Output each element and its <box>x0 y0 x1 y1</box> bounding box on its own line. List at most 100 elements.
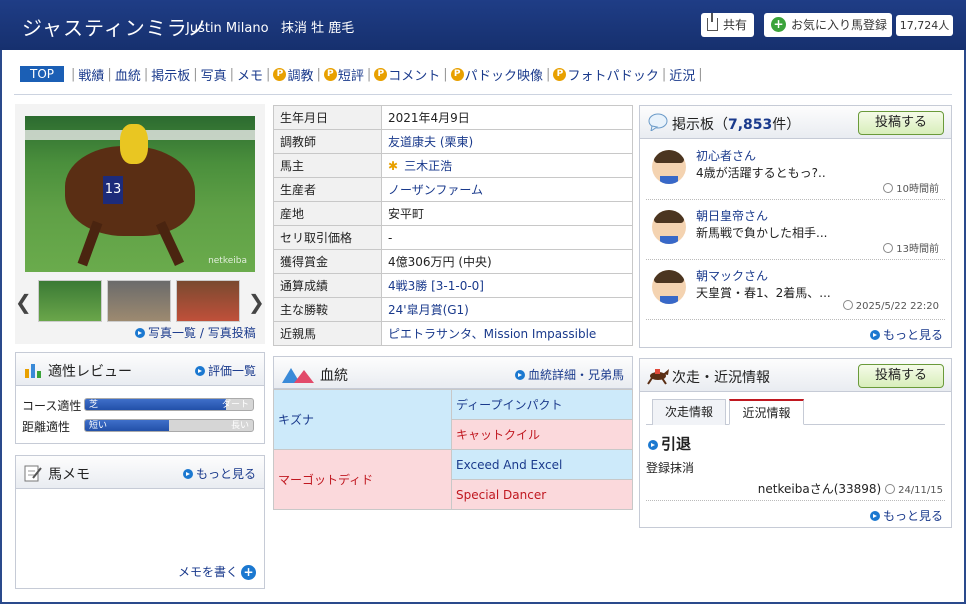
nav-item-review[interactable]: 短評 <box>338 65 364 84</box>
dam-dam-link[interactable]: Special Dancer <box>451 479 633 510</box>
premium-icon: P <box>273 67 287 81</box>
tab-next-race[interactable]: 次走情報 <box>652 399 726 425</box>
post-user[interactable]: 朝日皇帝さん <box>696 207 768 224</box>
post-text[interactable]: 新馬戦で負かした相手... <box>696 224 827 241</box>
favorite-button[interactable]: + お気に入り馬登録 <box>764 13 892 37</box>
table-row: 主な勝鞍 24'皐月賞(G1) <box>273 297 633 322</box>
nav-item-memo[interactable]: メモ <box>237 65 263 84</box>
owner-link[interactable]: 三木正浩 <box>404 159 452 173</box>
nav-item-photo-paddock[interactable]: フォトパドック <box>567 65 658 84</box>
horse-status: 抹消 牡 鹿毛 <box>280 21 355 36</box>
nav-item-paddock-video[interactable]: パドック映像 <box>465 65 543 84</box>
photo-thumbnail[interactable] <box>107 280 171 322</box>
message-board-box: 掲示板（7,853件） 投稿する 初心者さん 4歳が活躍するともっ?.. 10時… <box>639 105 952 348</box>
photo-list-link[interactable]: 写真一覧 <box>148 326 196 340</box>
record-link[interactable]: 4戦3勝 [3-1-0-0] <box>381 273 633 298</box>
next-race-more-label: もっと見る <box>882 509 943 523</box>
next-race-post-button[interactable]: 投稿する <box>858 364 944 388</box>
user-avatar <box>652 150 686 184</box>
tab-navigation: TOP | 戦績 | 血統 | 掲示板 | 写真 | メモ | P 調教 | P 短評 | P コメン… <box>20 64 706 84</box>
photo-post-link[interactable]: 写真投稿 <box>208 326 256 340</box>
sire-sire-link[interactable]: ディープインパクト <box>451 389 633 420</box>
table-row: 馬主 ✱ 三木正浩 <box>273 153 633 178</box>
course-right-label: ダート <box>221 400 249 410</box>
board-post-button[interactable]: 投稿する <box>858 111 944 135</box>
list-item[interactable]: 初心者さん 4歳が活躍するともっ?.. 10時間前 <box>646 142 945 200</box>
arrow-circle-icon <box>194 366 205 376</box>
memo-pencil-icon <box>24 465 42 482</box>
pedigree-table: キズナ ディープインパクト キャットクイル マーゴットディド Exceed And … <box>273 389 633 510</box>
owner-cell: ✱ 三木正浩 <box>381 153 633 178</box>
profile-key: 生年月日 <box>273 105 382 130</box>
premium-icon: P <box>374 67 388 81</box>
photo-thumbnail[interactable] <box>176 280 240 322</box>
nav-item-comment[interactable]: コメント <box>388 65 440 84</box>
write-memo-button[interactable]: メモを書く + <box>178 563 256 580</box>
post-text[interactable]: 4歳が活躍するともっ?.. <box>696 164 826 181</box>
nav-item-photos[interactable]: 写真 <box>201 65 227 84</box>
dam-link[interactable]: マーゴットディド <box>273 449 452 510</box>
memo-title: 馬メモ <box>48 467 90 483</box>
table-row: 産地 安平町 <box>273 201 633 226</box>
user-avatar <box>652 210 686 244</box>
next-photo-arrow-icon[interactable]: ❯ <box>248 290 265 314</box>
author-name[interactable]: netkeibaさん(33898) <box>758 482 881 496</box>
memo-more-link[interactable]: もっと見る <box>182 465 256 482</box>
nav-item-results[interactable]: 戦績 <box>78 65 104 84</box>
retired-heading: 引退 <box>648 433 691 454</box>
post-user[interactable]: 初心者さん <box>696 147 756 164</box>
profile-key: 調教師 <box>273 129 382 154</box>
plus-icon: + <box>241 565 256 580</box>
major-win-link[interactable]: 24'皐月賞(G1) <box>381 297 633 322</box>
next-race-header: 次走・近況情報 投稿する <box>640 359 951 392</box>
sire-link[interactable]: キズナ <box>273 389 452 450</box>
nav-item-board[interactable]: 掲示板 <box>151 65 190 84</box>
relatives-link[interactable]: ピエトラサンタ、Mission Impassible <box>381 321 633 346</box>
photo-watermark: netkeiba <box>208 256 247 266</box>
nav-item-training[interactable]: 調教 <box>287 65 313 84</box>
saddle-number: 13 <box>103 176 123 204</box>
distance-left-label: 短い <box>89 421 108 431</box>
nav-item-pedigree[interactable]: 血統 <box>115 65 141 84</box>
main-horse-photo[interactable]: 13 netkeiba <box>25 116 255 272</box>
profile-key: 近親馬 <box>273 321 382 346</box>
table-row: マーゴットディド Exceed And Excel <box>273 449 633 510</box>
tab-recent-info[interactable]: 近況情報 <box>729 399 804 425</box>
post-text[interactable]: 天皇賞・春1、2着馬、... <box>696 284 831 301</box>
nav-item-recent[interactable]: 近況 <box>669 65 695 84</box>
favorite-count: 17,724人 <box>896 15 953 36</box>
dam-sire-link[interactable]: Exceed And Excel <box>451 449 633 480</box>
photo-links: 写真一覧 / 写真投稿 <box>135 324 256 341</box>
speech-bubble-icon <box>648 113 668 131</box>
horse-name: ジャスティンミラノ <box>22 16 209 40</box>
board-title: 掲示板（7,853件） <box>672 117 801 133</box>
next-race-more-link[interactable]: もっと見る <box>869 507 943 524</box>
post-user[interactable]: 朝マックさん <box>696 267 768 284</box>
aptitude-list-link[interactable]: 評価一覧 <box>194 362 256 379</box>
horse-subtitle: Justin Milano 抹消 牡 鹿毛 <box>186 17 354 36</box>
nav-divider <box>14 94 952 95</box>
photo-panel: 13 netkeiba ❮ ❯ 写真一覧 / 写真投稿 <box>15 104 265 344</box>
sire-dam-link[interactable]: キャットクイル <box>451 419 633 450</box>
favorite-plus-icon: + <box>771 17 786 32</box>
trainer-link[interactable]: 友道康夫 (栗東) <box>381 129 633 154</box>
list-item[interactable]: 朝日皇帝さん 新馬戦で負かした相手... 13時間前 <box>646 202 945 260</box>
running-horse-icon <box>647 369 669 385</box>
profile-key: セリ取引価格 <box>273 225 382 250</box>
nav-item-top[interactable]: TOP <box>20 66 65 82</box>
photo-thumbnail[interactable] <box>38 280 102 322</box>
prev-photo-arrow-icon[interactable]: ❮ <box>15 290 32 314</box>
arrow-circle-icon <box>648 440 658 450</box>
list-item[interactable]: 朝マックさん 天皇賞・春1、2着馬、... 2025/5/22 22:20 <box>646 262 945 320</box>
board-more-link[interactable]: もっと見る <box>869 326 943 343</box>
breeder-link[interactable]: ノーザンファーム <box>381 177 633 202</box>
board-count-unit: 件 <box>772 117 787 133</box>
share-button[interactable]: 共有 <box>701 13 754 37</box>
profile-value: - <box>381 225 633 250</box>
pedigree-detail-link[interactable]: 血統詳細・兄弟馬 <box>514 366 624 383</box>
profile-key: 生産者 <box>273 177 382 202</box>
memo-header: 馬メモ もっと見る <box>16 456 264 489</box>
pedigree-header: 血統 血統詳細・兄弟馬 <box>273 356 633 389</box>
pedigree-detail-label: 血統詳細・兄弟馬 <box>527 368 624 382</box>
share-icon <box>707 13 718 31</box>
